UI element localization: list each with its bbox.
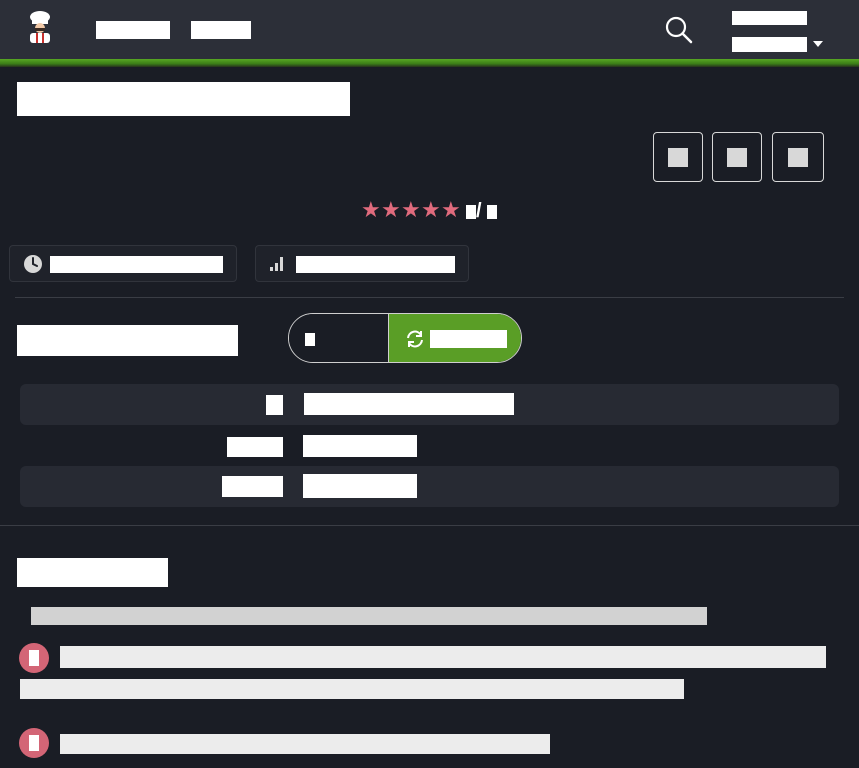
user-menu-line1[interactable]: Sign in	[732, 11, 807, 25]
rating-value: 5	[466, 205, 476, 219]
star-icon: ★	[361, 198, 381, 223]
step-text: Step two instruction text placeholder	[60, 734, 550, 754]
chef-icon[interactable]	[24, 10, 56, 44]
share-icon	[727, 148, 747, 167]
chevron-down-icon[interactable]	[813, 41, 823, 47]
refresh-icon	[407, 330, 423, 348]
servings-input[interactable]: 4	[289, 314, 388, 362]
instructions-intro: Instruction introduction text placeholde…	[31, 607, 707, 625]
ingredient-row: 2 cups Ingredient two	[20, 425, 839, 466]
step-text-line-continued	[20, 679, 684, 699]
step-number-badge: 2	[19, 728, 49, 758]
nav-item-search[interactable]: Search	[191, 21, 251, 39]
star-icon: ★	[441, 198, 461, 223]
top-navbar: Recipes Search Sign in Account	[0, 0, 859, 59]
difficulty-text: Difficulty placeholder	[296, 256, 455, 273]
ingredient-amount: 2 cups	[227, 437, 283, 457]
print-icon	[668, 148, 688, 167]
nav-item-recipes[interactable]: Recipes	[96, 21, 170, 39]
convert-button[interactable]: Convert	[388, 314, 521, 362]
ingredient-name: Ingredient two	[303, 435, 417, 457]
total-time-text: Total time placeholder	[50, 256, 223, 273]
share-button[interactable]	[712, 132, 762, 182]
servings-control: 4 Convert	[288, 313, 522, 363]
difficulty-icon	[270, 257, 283, 271]
ingredient-row: 1 Ingredient name one	[20, 384, 839, 425]
ingredient-name: Ingredient name one	[304, 393, 514, 415]
page-title: Recipe title placeholder	[17, 82, 350, 116]
step-number: 2	[29, 735, 39, 752]
servings-value: 4	[305, 333, 315, 346]
star-icon: ★	[421, 198, 441, 223]
ingredient-row: 3 tbsp Ingredient three	[20, 466, 839, 507]
convert-label: Convert	[430, 330, 507, 348]
save-icon	[788, 148, 808, 167]
total-time-chip: Total time placeholder	[9, 245, 237, 282]
ingredient-name: Ingredient three	[303, 474, 417, 498]
save-button[interactable]	[772, 132, 824, 182]
ingredient-amount: 1	[266, 395, 283, 415]
rating-separator: /	[476, 200, 482, 222]
navbar-accent-stripe	[0, 59, 859, 67]
difficulty-chip: Difficulty placeholder	[255, 245, 469, 282]
clock-icon	[24, 255, 42, 273]
star-icon: ★	[401, 198, 421, 223]
step-number: 1	[29, 650, 39, 667]
instructions-heading: Instructions	[17, 558, 168, 587]
user-menu-line2[interactable]: Account	[732, 37, 807, 52]
divider	[15, 297, 844, 298]
rating-stars[interactable]: ★ ★ ★ ★ ★	[361, 198, 461, 223]
print-button[interactable]	[653, 132, 703, 182]
step-number-badge: 1	[19, 643, 49, 673]
step-text-line: Step one instruction text placeholder th…	[60, 646, 826, 668]
star-icon: ★	[381, 198, 401, 223]
search-icon[interactable]	[664, 15, 694, 45]
divider	[0, 525, 859, 526]
ingredient-amount: 3 tbsp	[222, 476, 283, 497]
rating-max: 5	[487, 205, 497, 219]
ingredients-heading: Ingredients heading	[17, 325, 238, 356]
